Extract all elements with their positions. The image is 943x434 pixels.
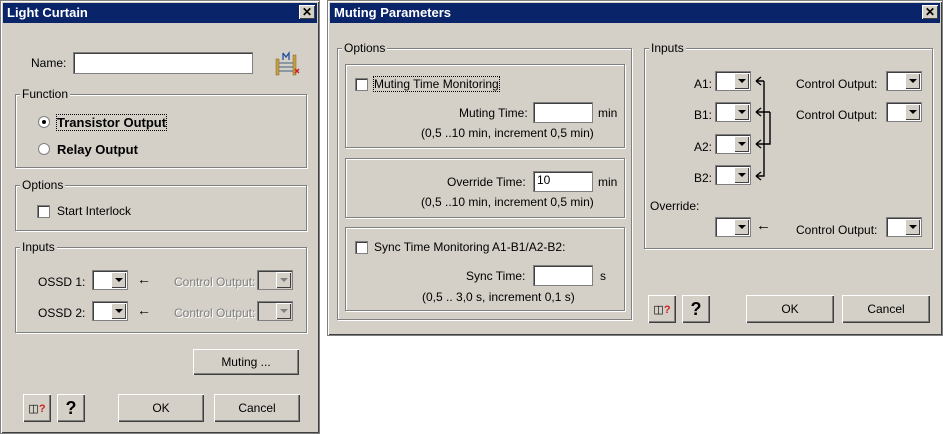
inputs-group-label: Inputs — [649, 41, 686, 55]
sync-time-input[interactable] — [533, 265, 593, 286]
override-select[interactable] — [715, 217, 751, 237]
chevron-down-icon[interactable] — [905, 104, 920, 120]
override-time-input[interactable]: 10 — [533, 171, 593, 192]
cancel-button-label: Cancel — [238, 401, 276, 415]
override-time-unit: min — [598, 175, 618, 189]
sync-time-monitoring-label[interactable]: Sync Time Monitoring A1-B1/A2-B2: — [374, 240, 565, 254]
cancel-button[interactable]: Cancel — [842, 295, 930, 323]
a2-label: A2: — [694, 140, 713, 154]
b1-label: B1: — [694, 108, 713, 122]
muting-time-label: Muting Time: — [459, 106, 528, 120]
relay-output-label[interactable]: Relay Output — [57, 142, 138, 157]
muting-time-monitoring-label[interactable]: Muting Time Monitoring — [373, 76, 500, 92]
a2-select[interactable] — [715, 134, 751, 154]
ok-button-label: OK — [152, 401, 170, 415]
sync-time-label: Sync Time: — [466, 269, 526, 283]
control-output-a1-select[interactable] — [886, 71, 922, 91]
a1-label: A1: — [694, 77, 713, 91]
cancel-button[interactable]: Cancel — [214, 394, 300, 422]
sync-time-unit: s — [600, 269, 606, 283]
chevron-down-icon[interactable] — [905, 73, 920, 89]
window-title: Light Curtain — [7, 5, 88, 20]
b1-select[interactable] — [715, 102, 751, 122]
question-icon: ? — [690, 299, 702, 319]
control-output-override-select[interactable] — [886, 217, 922, 237]
close-icon: ✕ — [924, 5, 936, 19]
help-button[interactable]: ? — [57, 394, 85, 422]
title-bar[interactable]: Muting Parameters ✕ — [330, 3, 940, 23]
question-icon: ? — [65, 398, 77, 418]
chevron-down-icon[interactable] — [111, 303, 126, 319]
name-label: Name: — [31, 56, 67, 70]
window-title: Muting Parameters — [334, 5, 452, 20]
context-help-button[interactable]: ◫? — [648, 295, 676, 323]
ossd1-label: OSSD 1: — [38, 275, 86, 289]
override-label: Override: — [650, 199, 700, 213]
muting-time-monitoring-checkbox[interactable] — [355, 78, 368, 91]
light-curtain-dialog: Light Curtain ✕ Name: Function Transisto… — [0, 0, 320, 434]
inputs-group-label: Inputs — [20, 240, 57, 254]
start-interlock-label[interactable]: Start Interlock — [57, 204, 131, 218]
control-output-b1-select[interactable] — [886, 102, 922, 122]
chevron-down-icon[interactable] — [734, 219, 749, 235]
control-output-1-label: Control Output: — [174, 275, 256, 289]
input-connector-diagram — [752, 71, 792, 191]
muting-time-input[interactable] — [533, 102, 593, 123]
close-button[interactable]: ✕ — [922, 5, 938, 19]
control-output-1-select — [257, 270, 293, 290]
ok-button[interactable]: OK — [746, 295, 834, 323]
cancel-button-label: Cancel — [867, 302, 905, 316]
muting-time-range: (0,5 ..10 min, increment 0,5 min) — [421, 126, 594, 140]
context-help-button[interactable]: ◫? — [23, 394, 51, 422]
sync-time-range: (0,5 .. 3,0 s, increment 0,1 s) — [422, 290, 575, 304]
chevron-down-icon[interactable] — [734, 104, 749, 120]
chevron-down-icon[interactable] — [734, 73, 749, 89]
context-help-icon: ◫? — [28, 403, 46, 415]
arrow-left-icon: ← — [756, 217, 771, 234]
ossd1-select[interactable] — [92, 270, 128, 290]
transistor-output-label[interactable]: Transistor Output — [55, 114, 168, 131]
title-bar[interactable]: Light Curtain ✕ — [3, 3, 317, 23]
options-group-label: Options — [20, 178, 66, 192]
close-button[interactable]: ✕ — [299, 5, 315, 19]
override-time-label: Override Time: — [447, 175, 526, 189]
a1-select[interactable] — [715, 71, 751, 91]
chevron-down-icon[interactable] — [734, 136, 749, 152]
chevron-down-icon[interactable] — [905, 219, 920, 235]
b2-label: B2: — [694, 171, 713, 185]
transistor-output-radio[interactable] — [38, 116, 50, 128]
name-input[interactable] — [73, 52, 253, 74]
chevron-down-icon — [276, 303, 291, 319]
control-output-a1-label: Control Output: — [796, 77, 878, 91]
muting-button-label: Muting ... — [221, 355, 271, 369]
muting-button[interactable]: Muting ... — [193, 349, 299, 375]
muting-parameters-dialog: Muting Parameters ✕ Options Muting Time … — [327, 0, 943, 336]
ok-button[interactable]: OK — [118, 394, 204, 422]
override-time-range: (0,5 ..10 min, increment 0,5 min) — [421, 195, 594, 209]
control-output-2-select — [257, 301, 293, 321]
sync-time-monitoring-checkbox[interactable] — [355, 241, 368, 254]
chevron-down-icon[interactable] — [734, 167, 749, 183]
muting-time-unit: min — [598, 106, 618, 120]
control-output-b1-label: Control Output: — [796, 108, 878, 122]
light-curtain-icon — [273, 51, 301, 77]
relay-output-radio[interactable] — [38, 143, 50, 155]
chevron-down-icon — [276, 272, 291, 288]
control-output-override-label: Control Output: — [796, 223, 878, 237]
control-output-2-label: Control Output: — [174, 306, 256, 320]
context-help-icon: ◫? — [653, 304, 671, 316]
help-button[interactable]: ? — [682, 295, 710, 323]
chevron-down-icon[interactable] — [111, 272, 126, 288]
start-interlock-checkbox[interactable] — [37, 205, 50, 218]
ossd2-select[interactable] — [92, 301, 128, 321]
options-group-label: Options — [342, 41, 388, 55]
arrow-left-icon: ← — [137, 271, 151, 287]
function-group-label: Function — [20, 87, 71, 101]
arrow-left-icon: ← — [137, 302, 151, 318]
ok-button-label: OK — [781, 302, 799, 316]
close-icon: ✕ — [301, 5, 313, 19]
b2-select[interactable] — [715, 165, 751, 185]
ossd2-label: OSSD 2: — [38, 306, 86, 320]
